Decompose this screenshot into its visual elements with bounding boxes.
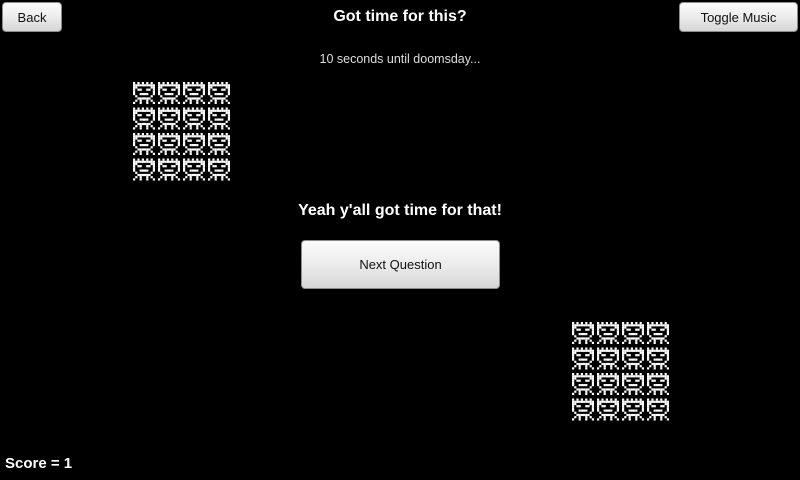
sprite-grid-top-left xyxy=(132,80,232,182)
pixel-face-icon xyxy=(158,107,180,130)
pixel-face-icon xyxy=(647,398,669,421)
score-text: Score = 1 xyxy=(5,455,73,472)
pixel-face-icon xyxy=(208,82,230,104)
pixel-face-icon xyxy=(208,107,230,130)
pixel-face-icon xyxy=(622,398,644,421)
pixel-face-icon xyxy=(572,373,594,395)
toggle-music-button[interactable]: Toggle Music xyxy=(679,2,798,32)
pixel-face-icon xyxy=(133,133,155,155)
pixel-face-icon xyxy=(572,398,594,421)
next-question-button[interactable]: Next Question xyxy=(301,240,500,289)
pixel-face-icon xyxy=(572,322,594,344)
pixel-face-icon xyxy=(572,347,594,370)
pixel-face-icon xyxy=(647,322,669,344)
pixel-face-icon xyxy=(597,322,619,344)
pixel-face-icon xyxy=(133,82,155,104)
pixel-face-icon xyxy=(183,82,205,104)
sprite-grid-svg xyxy=(572,322,669,421)
pixel-face-icon xyxy=(183,107,205,130)
game-screen: Back Got time for this? Toggle Music 10 … xyxy=(0,0,800,480)
sprite-grid-bottom-right xyxy=(571,320,671,422)
pixel-face-icon xyxy=(622,322,644,344)
pixel-face-icon xyxy=(158,158,180,181)
pixel-face-icon xyxy=(597,373,619,395)
answer-text: Yeah y'all got time for that! xyxy=(298,202,502,219)
pixel-face-icon xyxy=(622,347,644,370)
pixel-face-icon xyxy=(208,158,230,181)
pixel-face-icon xyxy=(183,133,205,155)
pixel-face-icon xyxy=(158,82,180,104)
pixel-face-icon xyxy=(208,133,230,155)
pixel-face-icon xyxy=(597,398,619,421)
pixel-face-icon xyxy=(597,347,619,370)
countdown-text: 10 seconds until doomsday... xyxy=(319,52,481,66)
pixel-face-icon xyxy=(158,133,180,155)
pixel-face-icon xyxy=(183,158,205,181)
pixel-face-icon xyxy=(647,373,669,395)
pixel-face-icon xyxy=(133,158,155,181)
pixel-face-icon xyxy=(647,347,669,370)
sprite-grid-svg xyxy=(133,82,230,181)
pixel-face-icon xyxy=(622,373,644,395)
pixel-face-icon xyxy=(133,107,155,130)
